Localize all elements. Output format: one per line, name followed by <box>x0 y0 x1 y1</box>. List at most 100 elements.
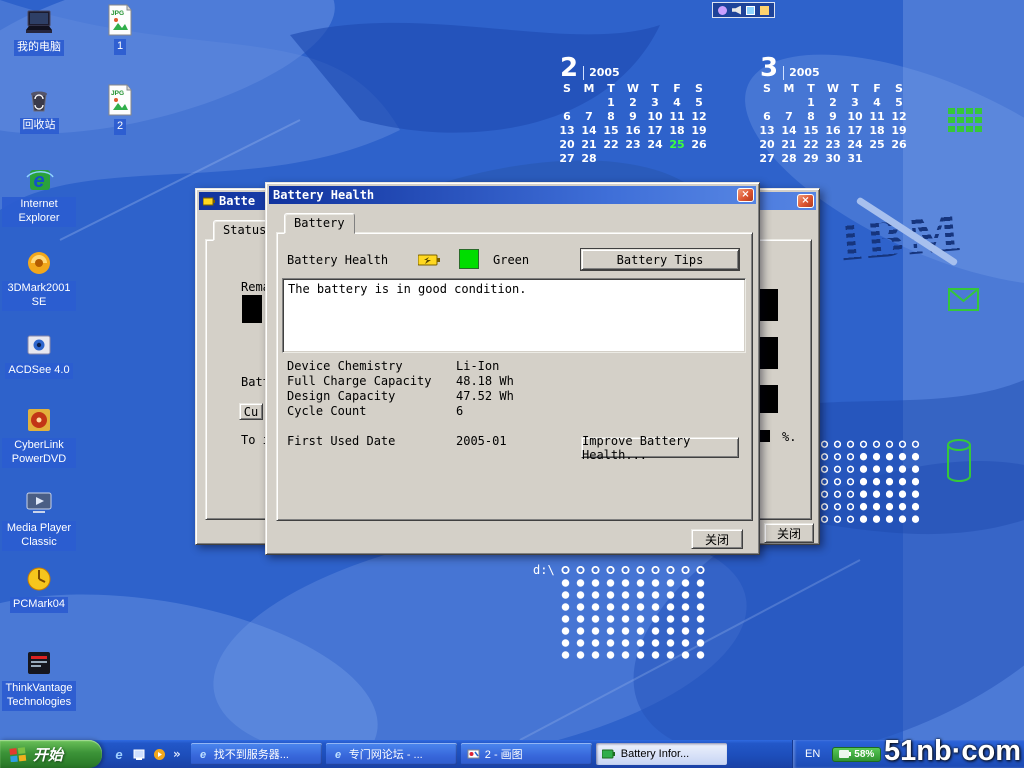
windows-flag-icon <box>9 747 27 762</box>
calendar-dow-cell: W <box>622 82 644 96</box>
paint-icon <box>467 748 480 760</box>
battery-fields: Device Chemistry Li-Ion Full Charge Capa… <box>287 359 514 449</box>
field-row: Device Chemistry Li-Ion <box>287 359 514 374</box>
close-button[interactable]: 关闭 <box>764 523 814 543</box>
desktop-icon-powerdvd[interactable]: CyberLink PowerDVD <box>2 404 76 468</box>
calendar-day-cell: 24 <box>844 138 866 152</box>
tab-battery[interactable]: Battery <box>284 213 355 234</box>
window-title: Batte <box>219 194 255 208</box>
internet-explorer-icon: e <box>23 163 55 195</box>
envelope-icon <box>948 288 980 312</box>
keyboard-icon[interactable] <box>760 6 769 15</box>
close-icon[interactable]: × <box>737 188 754 202</box>
taskbar: 开始 e » e 找不到服务器... e 专门网论坛 - ... 2 - 画图 <box>0 740 1024 768</box>
calendar-dow-cell: S <box>688 82 710 96</box>
language-indicator[interactable]: EN <box>805 748 820 760</box>
start-label: 开始 <box>33 744 63 765</box>
display-icon[interactable] <box>746 6 755 15</box>
svg-text:e: e <box>200 749 206 760</box>
desktop-icon-recycle-bin[interactable]: 回收站 <box>2 84 76 134</box>
improve-battery-health-button[interactable]: Improve Battery Health... <box>581 437 739 458</box>
field-value: 6 <box>456 404 463 419</box>
calendar-day-cell: 1 <box>600 96 622 110</box>
calendar-day-cell: 27 <box>556 152 578 166</box>
calendar-dow-cell: T <box>644 82 666 96</box>
icon-label: 3DMark2001 SE <box>2 281 76 311</box>
calendar-dow-cell: M <box>578 82 600 96</box>
3dmark-icon <box>23 247 55 279</box>
jpg-badge: JPG <box>111 10 124 17</box>
desktop-icon-file-2[interactable]: JPG 2 <box>103 83 137 135</box>
field-label: First Used Date <box>287 434 456 449</box>
desktop-icon-internet-explorer[interactable]: e Internet Explorer <box>2 163 76 227</box>
dot-grid-filled-overlay <box>857 450 922 526</box>
calendar-day-cell: 23 <box>622 138 644 152</box>
calendar-day-cell: 17 <box>844 124 866 138</box>
media-player-icon[interactable] <box>153 748 166 761</box>
calendar-day-cell: 3 <box>644 96 666 110</box>
ibm-logo: IBM <box>837 200 966 275</box>
field-value: 48.18 Wh <box>456 374 514 389</box>
calendar-day-cell: 20 <box>556 138 578 152</box>
icon-label: 我的电脑 <box>14 40 64 56</box>
desktop-icon-acdsee[interactable]: ACDSee 4.0 <box>2 329 76 379</box>
field-value: 2005-01 <box>456 434 507 449</box>
field-row: Design Capacity 47.52 Wh <box>287 389 514 404</box>
start-button[interactable]: 开始 <box>0 740 102 768</box>
calendar-day-cell: 11 <box>866 110 888 124</box>
calendar-day-cell: 24 <box>644 138 666 152</box>
close-button[interactable]: 关闭 <box>691 529 743 549</box>
jpg-file-icon: JPG <box>105 83 135 117</box>
calendar-day-cell <box>756 96 778 110</box>
quick-launch-overflow-chevron[interactable]: » <box>173 747 181 761</box>
my-computer-icon <box>23 6 55 38</box>
battery-percent: 58% <box>854 749 874 760</box>
icon-label: Media Player Classic <box>2 521 76 551</box>
battery-health-titlebar[interactable]: Battery Health × <box>269 186 756 204</box>
calendar-day-cell <box>644 152 666 166</box>
calendar-header: 2 2005 <box>556 56 714 80</box>
calendar-dow-cell: F <box>666 82 688 96</box>
magnifier-icon[interactable] <box>718 6 727 15</box>
task-label: 2 - 画图 <box>485 746 523 762</box>
field-label: Cycle Count <box>287 404 456 419</box>
calendar-day-cell: 21 <box>778 138 800 152</box>
close-icon[interactable]: × <box>797 194 814 208</box>
desktop-icon-3dmark2001[interactable]: 3DMark2001 SE <box>2 247 76 311</box>
calendar-day-cell: 13 <box>556 124 578 138</box>
internet-explorer-icon[interactable]: e <box>112 747 126 761</box>
taskbar-button-battery-information[interactable]: Battery Infor... <box>596 743 727 765</box>
battery-icon <box>839 750 851 758</box>
taskbar-button-paint[interactable]: 2 - 画图 <box>461 743 592 765</box>
taskbar-button-forum[interactable]: e 专门网论坛 - ... <box>326 743 457 765</box>
calendar-dow-cell: S <box>556 82 578 96</box>
floating-toolbar[interactable] <box>712 2 775 18</box>
calendar-day-cell: 19 <box>688 124 710 138</box>
field-row: Cycle Count 6 <box>287 404 514 419</box>
thinkvantage-icon <box>23 647 55 679</box>
desktop-icon-media-player-classic[interactable]: Media Player Classic <box>2 487 76 551</box>
battery-tips-button[interactable]: Battery Tips <box>581 249 739 270</box>
cu-button-fragment[interactable]: Cu <box>239 403 263 420</box>
calendar-day-cell: 14 <box>778 124 800 138</box>
desktop-icon-pcmark04[interactable]: PCMark04 <box>2 563 76 613</box>
desktop-icon-my-computer[interactable]: 我的电脑 <box>2 6 76 56</box>
taskbar-button-server-not-found[interactable]: e 找不到服务器... <box>191 743 322 765</box>
calendar-day-cell: 25 <box>666 138 688 152</box>
calendar-day-cell: 16 <box>822 124 844 138</box>
calendar-day-cell: 17 <box>644 124 666 138</box>
battery-tray-indicator[interactable]: 58% <box>832 747 881 762</box>
volume-icon[interactable] <box>732 6 741 15</box>
desktop-icon-thinkvantage[interactable]: ThinkVantage Technologies <box>2 647 76 711</box>
media-player-classic-icon <box>23 487 55 519</box>
show-desktop-icon[interactable] <box>133 748 146 761</box>
calendar-days-grid: 1234567891011121314151617181920212223242… <box>556 96 714 166</box>
calendar-day-cell: 26 <box>688 138 710 152</box>
calendar-day-cell: 2 <box>822 96 844 110</box>
calendar-day-cell: 28 <box>778 152 800 166</box>
powerdvd-icon <box>23 404 55 436</box>
desktop-icon-file-1[interactable]: JPG 1 <box>103 3 137 55</box>
calendar-march: 3 2005 SMTWTFS 1234567891011121314151617… <box>756 56 914 166</box>
calendar-day-cell: 6 <box>756 110 778 124</box>
calendar-day-cell: 8 <box>800 110 822 124</box>
